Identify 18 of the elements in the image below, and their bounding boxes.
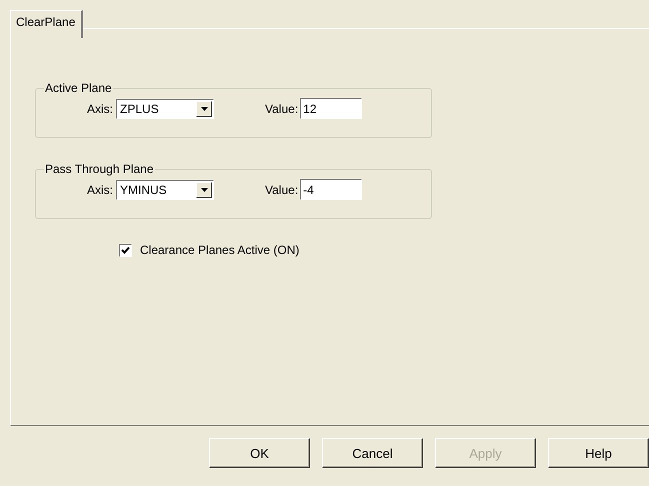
value-label: Value: [265,102,298,116]
value-label: Value: [265,182,298,196]
checkbox[interactable] [119,244,132,256]
dropdown-arrow-icon [200,188,208,192]
dropdown-arrow-icon [200,106,208,110]
dialog-button[interactable]: Help [548,438,649,468]
axis-label: Axis: [87,182,114,196]
checkbox-label: Clearance Planes Active (ON) [140,243,300,257]
axis-dropdown[interactable]: ZPLUS [116,98,214,118]
group-title: Pass Through Plane [44,162,155,176]
group-title: Active Plane [44,81,113,95]
dialog-button[interactable]: Cancel [322,438,423,468]
value-field[interactable]: 12 [300,98,362,119]
dialog-button[interactable]: OK [209,438,310,468]
axis-label: Axis: [87,102,114,116]
axis-dropdown[interactable]: YMINUS [116,180,214,200]
tab[interactable]: ClearPlane [10,10,84,38]
value-field[interactable]: -4 [300,179,362,200]
